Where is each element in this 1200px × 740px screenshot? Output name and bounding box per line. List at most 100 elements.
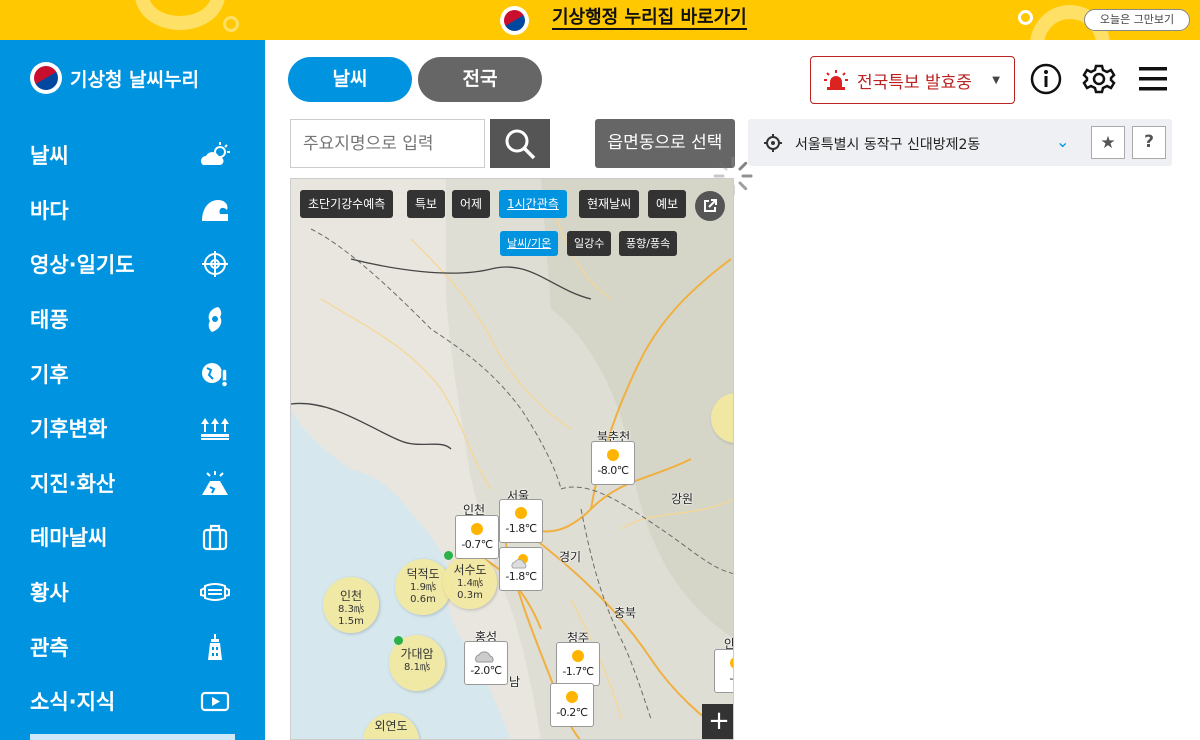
sidebar-item-label: 황사: [30, 581, 69, 606]
banner-decoration: [135, 0, 225, 30]
tab-national[interactable]: 전국: [418, 57, 542, 102]
sidebar: 기상청 날씨누리 날씨 바다 영상·일기도 태풍 기후 기후변화 지진·화산 테…: [0, 40, 265, 740]
cloud-icon: [475, 651, 494, 663]
top-banner: 기상행정 누리집 바로가기 오늘은 그만보기: [0, 0, 1200, 40]
search-input[interactable]: [290, 119, 485, 168]
warning-label: 전국특보 발효중: [857, 72, 972, 93]
sublayer-daily-precip[interactable]: 일강수: [567, 231, 612, 256]
globe-thermometer-icon: [202, 362, 229, 388]
station-weather-card[interactable]: -2.: [714, 649, 733, 693]
dust-mask-icon: [200, 583, 230, 602]
sidebar-item-label: 소식·지식: [30, 690, 116, 715]
government-emblem-icon: [500, 6, 529, 35]
kma-emblem-icon: [29, 61, 63, 95]
sidebar-item-label: 태풍: [30, 308, 69, 333]
satellite-target-icon: [202, 251, 228, 278]
sidebar-item-earthquake[interactable]: 지진·화산: [0, 456, 265, 511]
sidebar-item-satellite[interactable]: 영상·일기도: [0, 237, 265, 292]
siren-icon: [824, 70, 848, 90]
sidebar-item-news[interactable]: 소식·지식: [0, 674, 265, 729]
layer-warning[interactable]: 특보: [407, 190, 446, 218]
tab-weather[interactable]: 날씨: [288, 57, 412, 102]
close-today-button[interactable]: 오늘은 그만보기: [1084, 9, 1190, 31]
station-weather-card[interactable]: -8.0℃: [591, 441, 635, 485]
current-location-bar: 서울특별시 동작구 신대방제2동 ⌄ ★ ?: [748, 119, 1172, 166]
buoy-bubble[interactable]: 인천 8.3㎧ 1.5m: [323, 577, 379, 633]
station-weather-card[interactable]: -1.8℃: [499, 499, 543, 543]
buoy-bubble[interactable]: 서수도 1.4㎧ 0.3m: [443, 555, 497, 609]
station-weather-card[interactable]: -0.7℃: [455, 515, 499, 559]
wave-icon: [202, 199, 228, 221]
external-link-icon[interactable]: [695, 191, 725, 221]
map-basemap: [291, 179, 733, 739]
station-dot: [394, 636, 403, 645]
station-weather-card[interactable]: -1.8℃: [499, 547, 543, 591]
layer-nowcast[interactable]: 초단기강수예측: [300, 190, 394, 218]
zoom-in-button[interactable]: +: [702, 704, 733, 739]
gear-icon[interactable]: [1082, 62, 1116, 96]
sidebar-item-label: 날씨: [30, 144, 69, 169]
sidebar-item-label: 기후변화: [30, 417, 108, 442]
station-weather-card[interactable]: -2.0℃: [464, 641, 508, 685]
sidebar-item-weather[interactable]: 날씨: [0, 128, 265, 183]
layer-yesterday[interactable]: 어제: [452, 190, 491, 218]
layer-current-weather[interactable]: 현재날씨: [579, 190, 640, 218]
main-nav: 날씨 바다 영상·일기도 태풍 기후 기후변화 지진·화산 테마날씨 황사 관측…: [0, 128, 265, 729]
sidebar-item-observation[interactable]: 관측: [0, 619, 265, 674]
station-dot: [444, 551, 453, 560]
observation-tower-icon: [208, 633, 222, 660]
weather-map[interactable]: 초단기강수예측 특보 어제 1시간관측 현재날씨 예보 날씨/기온 일강수 풍향…: [290, 178, 734, 740]
sidebar-banner-strip: [30, 734, 235, 740]
search-button[interactable]: [490, 119, 550, 168]
map-label: 경기: [559, 550, 582, 564]
typhoon-icon: [208, 307, 222, 333]
banner-decoration: [223, 16, 239, 32]
sun-icon: [515, 507, 527, 519]
logo-text: 기상청 날씨누리: [70, 68, 199, 91]
site-logo[interactable]: 기상청 날씨누리: [29, 61, 199, 95]
station-weather-card[interactable]: -0.2℃: [550, 683, 594, 727]
banner-decoration: [1018, 10, 1033, 25]
layer-forecast[interactable]: 예보: [648, 190, 687, 218]
sidebar-item-label: 지진·화산: [30, 471, 116, 496]
map-label: 충북: [614, 606, 637, 620]
info-icon[interactable]: [1029, 62, 1063, 96]
admin-site-link[interactable]: 기상행정 누리집 바로가기: [552, 8, 747, 30]
sublayer-wind[interactable]: 풍향/풍속: [619, 231, 678, 256]
favorite-star-button[interactable]: ★: [1091, 126, 1125, 159]
chevron-down-icon[interactable]: ⌄: [1056, 132, 1069, 151]
search-icon: [505, 129, 536, 159]
map-label: 남: [509, 675, 521, 689]
help-button[interactable]: ?: [1132, 126, 1166, 159]
suitcase-icon: [202, 525, 228, 551]
layer-hourly-observation[interactable]: 1시간관측: [499, 190, 567, 218]
sublayer-weather-temp[interactable]: 날씨/기온: [500, 231, 559, 256]
video-play-icon: [200, 692, 230, 712]
sidebar-item-sea[interactable]: 바다: [0, 183, 265, 238]
sun-cloud-icon: [511, 554, 528, 569]
sidebar-item-label: 영상·일기도: [30, 253, 135, 278]
gps-locate-icon[interactable]: [764, 134, 782, 152]
sun-icon: [730, 657, 733, 669]
sidebar-item-theme-weather[interactable]: 테마날씨: [0, 510, 265, 565]
sun-icon: [566, 691, 578, 703]
volcano-icon: [202, 470, 228, 495]
sun-icon: [607, 449, 619, 461]
map-label: 강원: [671, 492, 694, 506]
sidebar-item-label: 바다: [30, 198, 69, 223]
location-text[interactable]: 서울특별시 동작구 신대방제2동: [795, 134, 980, 154]
sidebar-item-climate-change[interactable]: 기후변화: [0, 401, 265, 456]
sidebar-item-typhoon[interactable]: 태풍: [0, 292, 265, 347]
station-weather-card[interactable]: -1.7℃: [556, 642, 600, 686]
sidebar-item-label: 기후: [30, 362, 69, 387]
sidebar-item-label: 관측: [30, 635, 69, 660]
buoy-bubble[interactable]: 외연도: [363, 713, 419, 739]
sun-icon: [572, 650, 584, 662]
sun-icon: [471, 523, 483, 535]
national-warning-dropdown[interactable]: 전국특보 발효중 ▼: [810, 56, 1015, 104]
sidebar-item-yellow-dust[interactable]: 황사: [0, 565, 265, 620]
sidebar-item-climate[interactable]: 기후: [0, 346, 265, 401]
chevron-down-icon: ▼: [992, 75, 1000, 86]
hamburger-menu-icon[interactable]: [1136, 62, 1170, 96]
sidebar-item-label: 테마날씨: [30, 526, 108, 551]
